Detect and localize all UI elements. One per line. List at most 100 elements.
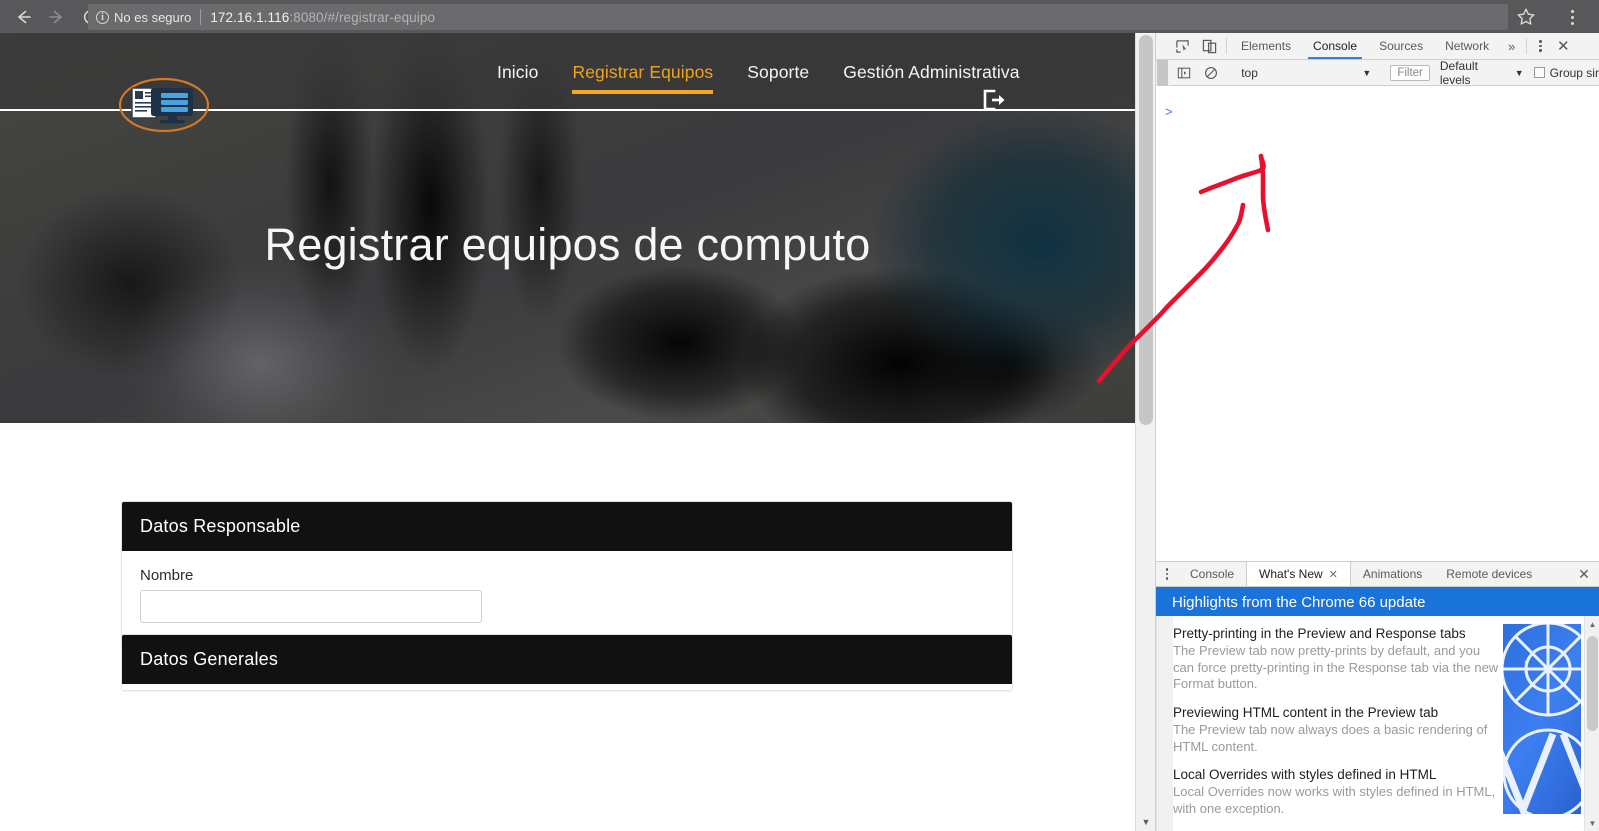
forward-button[interactable] — [40, 0, 74, 33]
drawer-tabbar: Console What's New ✕ Animations Remote d… — [1156, 562, 1599, 587]
group-similar-label: Group sir — [1549, 65, 1599, 80]
close-devtools-icon[interactable]: ✕ — [1550, 33, 1576, 59]
item-description: Local Overrides now works with styles de… — [1173, 784, 1496, 816]
inspect-element-icon[interactable] — [1169, 33, 1196, 59]
list-item[interactable]: Local Overrides with styles defined in H… — [1173, 767, 1499, 817]
hero-banner: Inicio Registrar Equipos Soporte Gestión… — [0, 33, 1135, 423]
nav-item-soporte[interactable]: Soporte — [730, 33, 826, 111]
panel-body — [122, 684, 1012, 690]
drawer-tab-label: Remote devices — [1446, 567, 1533, 581]
drawer-tab-label: What's New — [1259, 567, 1323, 581]
chevron-double-right-icon[interactable]: » — [1500, 33, 1523, 59]
app-logo[interactable] — [118, 77, 210, 133]
panel-datos-responsable: Datos Responsable Nombre — [121, 501, 1013, 644]
devtools-panel: ▲ Elements Console Sources Network » ✕ — [1155, 33, 1599, 831]
whats-new-thumbnail — [1503, 624, 1581, 814]
page-vertical-scrollbar[interactable]: ▼ — [1135, 33, 1155, 831]
omnibox-divider — [200, 9, 202, 25]
drawer-tab-label: Console — [1190, 567, 1235, 581]
devtools-drawer: Console What's New ✕ Animations Remote d… — [1156, 561, 1599, 831]
whats-new-scrollbar-thumb[interactable] — [1587, 636, 1598, 731]
page-title: Registrar equipos de computo — [264, 219, 871, 270]
nav-item-inicio[interactable]: Inicio — [480, 33, 555, 111]
console-levels-select[interactable]: Default levels ▼ — [1440, 59, 1524, 87]
page-viewport: Inicio Registrar Equipos Soporte Gestión… — [0, 33, 1155, 831]
clear-console-icon[interactable] — [1198, 66, 1225, 80]
url-host: 172.16.1.116 — [210, 9, 290, 25]
nav-links: Inicio Registrar Equipos Soporte Gestión… — [480, 33, 1037, 111]
url-path: :8080/#/registrar-equipo — [289, 9, 436, 25]
whats-new-scrollbar[interactable]: ▲ ▼ — [1584, 616, 1599, 831]
address-bar[interactable]: i No es seguro 172.16.1.116:8080/#/regis… — [88, 4, 1508, 30]
tab-sources[interactable]: Sources — [1368, 33, 1434, 59]
drawer-tab-label: Animations — [1362, 567, 1423, 581]
console-sidebar-icon[interactable] — [1171, 66, 1198, 80]
panel-body: Nombre — [122, 551, 1012, 643]
tab-label: Sources — [1379, 39, 1424, 53]
tabbar-divider — [1226, 38, 1227, 54]
panel-datos-generales: Datos Generales — [121, 634, 1013, 691]
close-drawer-icon[interactable]: ✕ — [1573, 562, 1595, 587]
devtools-tabbar: Elements Console Sources Network » ✕ — [1156, 33, 1599, 60]
drawer-tab-animations[interactable]: Animations — [1351, 562, 1434, 586]
console-output[interactable]: > — [1156, 86, 1599, 561]
tab-label: Elements — [1241, 39, 1292, 53]
scroll-down-arrow-icon[interactable]: ▼ — [1136, 813, 1155, 831]
whats-new-gutter — [1157, 616, 1173, 831]
tab-network[interactable]: Network — [1434, 33, 1500, 59]
item-title: Local Overrides with styles defined in H… — [1173, 767, 1437, 783]
group-similar-toggle[interactable]: Group sir — [1533, 65, 1599, 80]
tab-console[interactable]: Console — [1302, 33, 1368, 59]
tab-label: Network — [1445, 39, 1490, 53]
device-toolbar-icon[interactable] — [1196, 33, 1223, 59]
filter-placeholder: Filter — [1397, 66, 1423, 79]
devtools-menu-icon[interactable] — [1530, 33, 1550, 59]
nav-item-label: Gestión Administrativa — [843, 61, 1020, 82]
bookmark-star-icon[interactable] — [1515, 6, 1537, 28]
nav-item-label: Inicio — [497, 61, 539, 82]
url-text: 172.16.1.116:8080/#/registrar-equipo — [210, 10, 435, 25]
back-button[interactable] — [6, 0, 40, 33]
group-similar-checkbox[interactable] — [1533, 67, 1545, 78]
nombre-label: Nombre — [140, 567, 194, 584]
item-description: The Preview tab now pretty-prints by def… — [1173, 643, 1499, 692]
tabbar-divider-2 — [1526, 38, 1528, 54]
console-prompt-caret[interactable]: > — [1165, 104, 1173, 119]
scroll-up-arrow-icon[interactable]: ▲ — [1585, 616, 1599, 632]
close-tab-icon[interactable]: ✕ — [1329, 568, 1338, 581]
logout-icon[interactable] — [978, 85, 1008, 115]
drawer-tab-console[interactable]: Console — [1178, 562, 1246, 586]
item-description: The Preview tab now always does a basic … — [1173, 721, 1488, 754]
info-icon: i — [96, 10, 109, 24]
panel-title: Datos Generales — [122, 635, 1012, 684]
whats-new-list: Pretty-printing in the Preview and Respo… — [1173, 626, 1499, 829]
panel-title: Datos Responsable — [122, 502, 1012, 551]
browser-toolbar: i No es seguro 172.16.1.116:8080/#/regis… — [0, 0, 1599, 33]
console-filter-input[interactable]: Filter — [1390, 64, 1430, 81]
drawer-tab-whats-new[interactable]: What's New ✕ — [1246, 562, 1351, 586]
list-item[interactable]: Previewing HTML content in the Preview t… — [1173, 705, 1499, 755]
nav-item-label: Registrar Equipos — [572, 61, 714, 82]
console-toolbar: top ▼ Filter Default levels ▼ Group sir — [1156, 59, 1599, 87]
scroll-down-arrow-icon[interactable]: ▼ — [1585, 815, 1599, 831]
drawer-menu-icon[interactable] — [1156, 562, 1178, 586]
levels-label: Default levels — [1439, 58, 1478, 87]
site-navbar: Inicio Registrar Equipos Soporte Gestión… — [0, 33, 1135, 133]
security-label: No es seguro — [114, 9, 192, 25]
chevron-down-icon: ▼ — [1362, 67, 1372, 78]
tab-elements[interactable]: Elements — [1230, 33, 1302, 59]
console-context-value: top — [1241, 65, 1258, 80]
browser-menu-icon[interactable] — [1559, 4, 1585, 30]
nav-item-label: Soporte — [747, 61, 810, 82]
console-context-select[interactable]: top ▼ — [1231, 66, 1379, 80]
security-indicator[interactable]: i No es seguro — [96, 10, 191, 25]
page-scrollbar-thumb[interactable] — [1139, 35, 1153, 425]
form-area: Datos Responsable Nombre Datos Generales… — [0, 423, 1135, 831]
list-item[interactable]: Pretty-printing in the Preview and Respo… — [1173, 626, 1499, 693]
nav-item-registrar-equipos[interactable]: Registrar Equipos — [555, 33, 730, 111]
whats-new-body: Pretty-printing in the Preview and Respo… — [1156, 616, 1599, 831]
item-title: Pretty-printing in the Preview and Respo… — [1173, 626, 1466, 641]
nombre-input[interactable] — [140, 590, 482, 623]
tab-label: Console — [1313, 39, 1358, 53]
drawer-tab-remote-devices[interactable]: Remote devices — [1434, 562, 1544, 586]
